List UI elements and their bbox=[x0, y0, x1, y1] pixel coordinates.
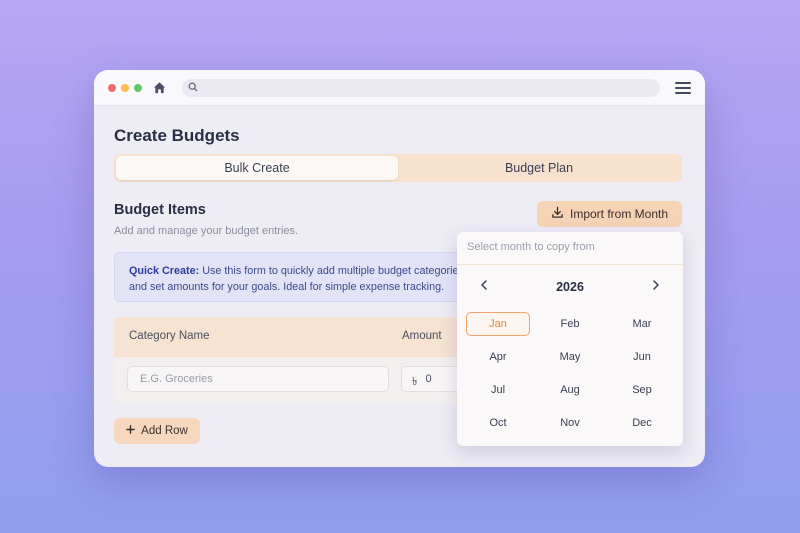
section-subtitle: Add and manage your budget entries. bbox=[114, 225, 299, 237]
month-apr[interactable]: Apr bbox=[466, 345, 530, 369]
download-icon bbox=[551, 206, 564, 222]
month-feb[interactable]: Feb bbox=[538, 312, 602, 336]
month-jan[interactable]: Jan bbox=[466, 312, 530, 336]
month-may[interactable]: May bbox=[538, 345, 602, 369]
plus-icon bbox=[126, 425, 135, 437]
amount-value: 0 bbox=[425, 373, 432, 385]
table-header: Category Name Amount bbox=[114, 317, 494, 357]
home-icon[interactable] bbox=[153, 81, 167, 95]
search-icon bbox=[188, 79, 198, 97]
year-nav: 2026 bbox=[457, 278, 683, 298]
category-name-input[interactable]: E.G. Groceries bbox=[127, 366, 389, 392]
currency-symbol: ৳ bbox=[412, 376, 418, 388]
month-jun[interactable]: Jun bbox=[610, 345, 674, 369]
url-bar[interactable] bbox=[182, 79, 660, 97]
close-window-button[interactable] bbox=[108, 83, 116, 92]
page-title: Create Budgets bbox=[114, 126, 240, 145]
month-mar[interactable]: Mar bbox=[610, 312, 674, 336]
month-grid: Jan Feb Mar Apr May Jun Jul Aug Sep Oct … bbox=[466, 312, 674, 435]
month-sep[interactable]: Sep bbox=[610, 378, 674, 402]
year-label: 2026 bbox=[556, 280, 584, 294]
month-search-input[interactable]: Select month to copy from bbox=[457, 232, 683, 265]
month-picker-dropdown: Select month to copy from 2026 Jan Feb M… bbox=[457, 232, 683, 446]
budget-table: Category Name Amount E.G. Groceries ৳ 0 bbox=[114, 317, 494, 403]
tab-bar: Bulk Create Budget Plan bbox=[114, 154, 682, 182]
tab-bulk-create[interactable]: Bulk Create bbox=[116, 156, 398, 180]
import-button-label: Import from Month bbox=[569, 207, 669, 221]
section-title: Budget Items bbox=[114, 202, 206, 218]
maximize-window-button[interactable] bbox=[134, 83, 142, 92]
chevron-right-icon[interactable] bbox=[651, 278, 661, 294]
add-row-button[interactable]: Add Row bbox=[114, 418, 200, 444]
month-nov[interactable]: Nov bbox=[538, 411, 602, 435]
info-strong: Quick Create: bbox=[129, 265, 200, 277]
amount-input[interactable]: ৳ 0 bbox=[401, 366, 461, 392]
month-oct[interactable]: Oct bbox=[466, 411, 530, 435]
month-dec[interactable]: Dec bbox=[610, 411, 674, 435]
add-row-label: Add Row bbox=[141, 425, 188, 437]
month-aug[interactable]: Aug bbox=[538, 378, 602, 402]
hamburger-menu-icon[interactable] bbox=[675, 82, 691, 94]
quick-create-info: Quick Create: Use this form to quickly a… bbox=[114, 252, 494, 302]
tab-budget-plan[interactable]: Budget Plan bbox=[398, 156, 680, 180]
header-category: Category Name bbox=[129, 330, 210, 342]
title-bar bbox=[94, 70, 705, 106]
minimize-window-button[interactable] bbox=[121, 83, 129, 92]
header-amount: Amount bbox=[402, 330, 442, 342]
month-jul[interactable]: Jul bbox=[466, 378, 530, 402]
import-from-month-button[interactable]: Import from Month bbox=[537, 201, 682, 227]
